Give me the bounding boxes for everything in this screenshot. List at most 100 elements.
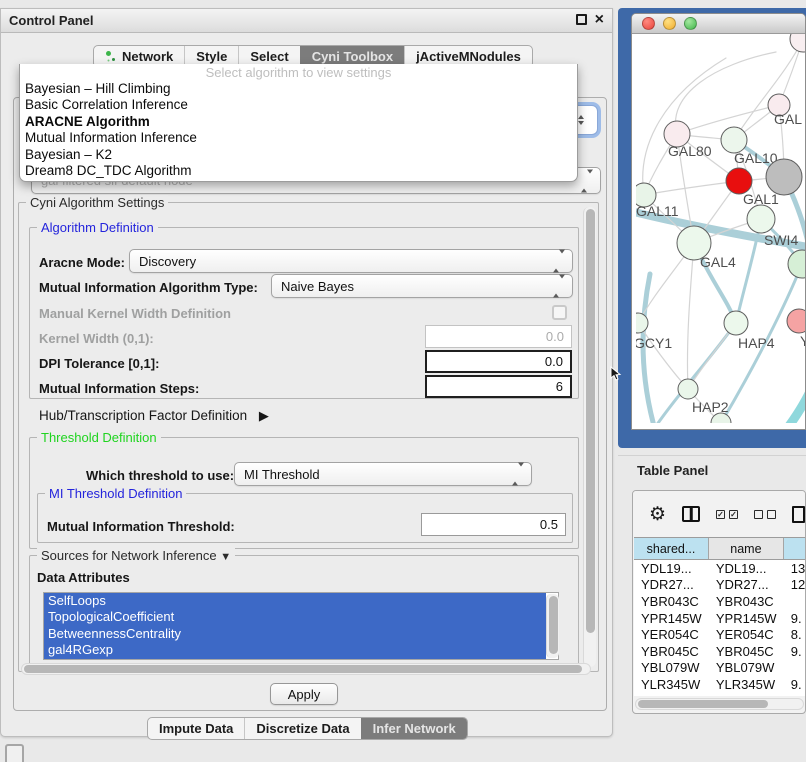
column-header[interactable]: name	[709, 538, 784, 559]
table-cell: YPR145W	[709, 610, 784, 627]
settings-vertical-scrollbar[interactable]	[583, 207, 596, 667]
panel-divider	[618, 455, 806, 456]
network-node[interactable]	[787, 309, 806, 333]
column-header[interactable]	[784, 538, 806, 559]
table-row[interactable]: YIL052CYIL052C9.	[634, 693, 806, 696]
aracne-mode-combo[interactable]: Discovery	[129, 249, 573, 273]
hub-definition-label: Hub/Transcription Factor Definition	[39, 408, 247, 423]
node-table: shared...name YDL19...YDL19...13YDR27...…	[634, 537, 806, 696]
table-row[interactable]: YBL079WYBL079W	[634, 660, 806, 677]
hub-definition-toggle[interactable]: Hub/Transcription Factor Definition ▶	[39, 408, 269, 424]
table-row[interactable]: YPR145WYPR145W9.	[634, 610, 806, 627]
node-label: GAL80	[668, 143, 712, 159]
algorithm-option[interactable]: ARACNE Algorithm	[20, 114, 577, 130]
mi-threshold-field[interactable]: 0.5	[421, 513, 566, 536]
algorithm-option[interactable]: Mutual Information Inference	[20, 130, 577, 146]
kernel-width-label: Kernel Width (0,1):	[39, 331, 154, 346]
attributes-vscrollbar[interactable]	[546, 594, 559, 658]
network-node[interactable]	[747, 205, 775, 233]
node-label: GAL10	[734, 150, 778, 166]
threshold-definition-title: Threshold Definition	[37, 430, 161, 445]
close-panel-icon[interactable]: ×	[595, 14, 604, 25]
network-canvas[interactable]: GALGAL80GAL10GAL1GAL11SWI4GAL4GCY1HAP4YH…	[636, 34, 806, 423]
data-attribute-item[interactable]: SelfLoops	[44, 593, 546, 609]
table-cell: YBR043C	[634, 593, 709, 610]
select-all-columns-icon[interactable]: ✓✓	[716, 510, 738, 519]
table-row[interactable]: YLR345WYLR345W9.	[634, 676, 806, 693]
table-row[interactable]: YBR045CYBR045C9.	[634, 643, 806, 660]
kernel-width-field[interactable]: 0.0	[425, 325, 572, 348]
network-node[interactable]	[678, 379, 698, 399]
network-node[interactable]	[724, 311, 748, 335]
table-cell: YPR145W	[634, 610, 709, 627]
table-hscroll-thumb[interactable]	[638, 700, 768, 708]
settings-scroll-thumb[interactable]	[586, 209, 595, 633]
dpi-tolerance-field[interactable]: 0.0	[425, 350, 572, 373]
network-edge[interactable]	[687, 243, 694, 389]
manual-kernel-width-label: Manual Kernel Width Definition	[39, 306, 231, 321]
table-cell: 9.	[784, 676, 806, 693]
zoom-traffic-light-icon[interactable]	[684, 17, 697, 30]
table-cell: 9.	[784, 643, 806, 660]
table-cell: YLR345W	[634, 676, 709, 693]
table-cell: 9.	[784, 610, 806, 627]
table-panel-title: Table Panel	[637, 463, 708, 478]
table-body: YDL19...YDL19...13YDR27...YDR27...12YBR0…	[634, 560, 806, 696]
table-cell: YER054C	[634, 626, 709, 643]
algorithm-option[interactable]: Dream8 DC_TDC Algorithm	[20, 163, 577, 179]
network-edge[interactable]	[675, 52, 776, 134]
mi-steps-field[interactable]: 6	[425, 375, 572, 398]
algorithm-option[interactable]: Bayesian – K2	[20, 147, 577, 163]
attributes-scroll-thumb[interactable]	[549, 596, 558, 654]
table-cell: YIL052C	[709, 693, 784, 696]
network-node[interactable]	[788, 250, 806, 278]
aracne-mode-label: Aracne Mode:	[39, 255, 125, 270]
deselect-all-columns-icon[interactable]	[754, 510, 776, 519]
node-label: HAP4	[738, 335, 775, 351]
tab-discretize-data[interactable]: Discretize Data	[244, 718, 360, 739]
manual-kernel-width-checkbox[interactable]	[552, 305, 567, 320]
algorithm-option[interactable]: Bayesian – Hill Climbing	[20, 81, 577, 97]
which-threshold-value: MI Threshold	[244, 467, 320, 482]
mi-steps-label: Mutual Information Steps:	[39, 381, 199, 396]
network-window: GALGAL80GAL10GAL1GAL11SWI4GAL4GCY1HAP4YH…	[631, 13, 806, 430]
algorithm-option[interactable]: Basic Correlation Inference	[20, 97, 577, 113]
table-row[interactable]: YDR27...YDR27...12	[634, 577, 806, 594]
table-cell: YBR043C	[709, 593, 784, 610]
network-view-frame: GALGAL80GAL10GAL1GAL11SWI4GAL4GCY1HAP4YH…	[618, 8, 806, 448]
close-traffic-light-icon[interactable]	[642, 17, 655, 30]
sources-group-title: Sources for Network Inference ▼	[37, 548, 235, 563]
float-panel-icon[interactable]	[576, 14, 587, 25]
apply-button[interactable]: Apply	[270, 683, 338, 705]
gear-icon[interactable]: ⚙	[649, 505, 666, 524]
network-node[interactable]	[766, 159, 802, 195]
which-threshold-combo[interactable]: MI Threshold	[234, 462, 532, 486]
mi-algorithm-type-combo[interactable]: Naive Bayes	[271, 274, 573, 298]
data-attribute-item[interactable]: gal4RGexp	[44, 642, 546, 658]
table-row[interactable]: YDL19...YDL19...13	[634, 560, 806, 577]
tab-impute-data[interactable]: Impute Data	[148, 718, 244, 739]
data-attribute-item[interactable]: BetweennessCentrality	[44, 626, 546, 642]
table-hscrollbar[interactable]	[635, 698, 804, 710]
table-cell: 8.	[784, 626, 806, 643]
mi-algorithm-type-value: Naive Bayes	[281, 279, 354, 294]
network-edge[interactable]	[644, 181, 739, 195]
new-table-icon[interactable]	[792, 506, 805, 523]
table-row[interactable]: YER054CYER054C8.	[634, 626, 806, 643]
column-header[interactable]: shared...	[634, 538, 709, 559]
table-cell: YDL19...	[709, 560, 784, 577]
network-node[interactable]	[790, 34, 806, 52]
algorithm-dropdown-popup: Select algorithm to view settings Bayesi…	[19, 64, 578, 182]
spinner-up-icon	[578, 115, 584, 119]
cyni-algorithm-settings-title: Cyni Algorithm Settings	[26, 195, 168, 210]
attributes-hscrollbar[interactable]	[21, 663, 591, 675]
panel-corner-button[interactable]	[5, 744, 24, 762]
columns-icon[interactable]	[682, 506, 700, 522]
table-row[interactable]: YBR043CYBR043C	[634, 593, 806, 610]
data-attribute-item[interactable]: TopologicalCoefficient	[44, 609, 546, 625]
tab-infer-network[interactable]: Infer Network	[361, 718, 467, 739]
minimize-traffic-light-icon[interactable]	[663, 17, 676, 30]
network-edge[interactable]	[786, 374, 806, 423]
node-label: HAP2	[692, 399, 729, 415]
attributes-hscroll-thumb[interactable]	[24, 665, 582, 673]
